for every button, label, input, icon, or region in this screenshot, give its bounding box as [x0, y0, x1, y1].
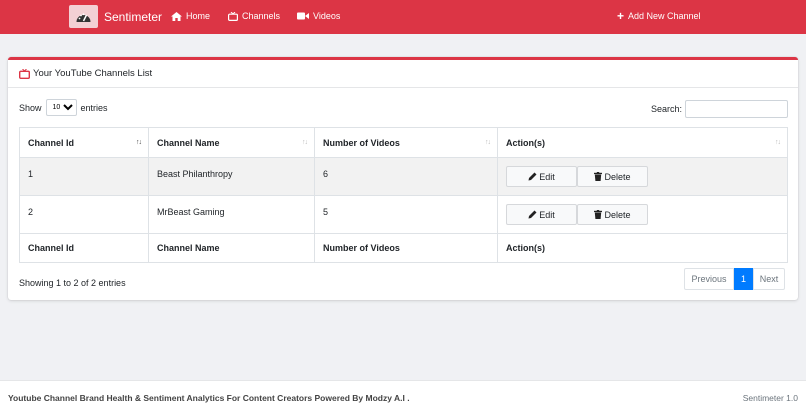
- page-footer: Youtube Channel Brand Health & Sentiment…: [0, 380, 806, 414]
- entries-length-control: Show 10 entries: [19, 99, 108, 116]
- trash-icon: [594, 210, 603, 219]
- cell-number-of-videos: 6: [314, 157, 498, 196]
- column-header-actions[interactable]: Action(s) ↑↓: [497, 127, 788, 158]
- channels-table: Channel Id ↑↓ Channel Name ↑↓ Number of …: [19, 127, 788, 263]
- table-row: 1 Beast Philanthropy 6 Edit Delete: [19, 157, 788, 196]
- previous-page-button[interactable]: Previous: [684, 268, 734, 290]
- cell-number-of-videos: 5: [314, 195, 498, 234]
- nav-home-label: Home: [186, 11, 211, 21]
- gauge-logo-icon: [69, 5, 98, 28]
- show-label: Show: [19, 102, 42, 113]
- edit-label: Edit: [539, 171, 555, 182]
- add-new-channel-link[interactable]: + Add New Channel: [617, 8, 701, 23]
- search-label: Search:: [651, 104, 683, 114]
- sort-ascending-icon: ↑↓: [136, 139, 142, 146]
- card-header: Your YouTube Channels List: [8, 60, 798, 88]
- nav-videos-label: Videos: [313, 11, 341, 21]
- column-header-label: Action(s): [506, 137, 545, 148]
- delete-label: Delete: [604, 171, 631, 182]
- cell-channel-id: 1: [19, 157, 149, 196]
- nav-channels-link[interactable]: Channels: [228, 11, 280, 21]
- nav-home-link[interactable]: Home: [171, 11, 210, 21]
- pagination: Previous 1 Next: [684, 268, 785, 290]
- cell-channel-id: 2: [19, 195, 149, 234]
- search-control: Search:: [651, 100, 789, 118]
- delete-button[interactable]: Delete: [577, 204, 648, 225]
- footer-version: Sentimeter 1.0: [742, 393, 798, 403]
- video-camera-icon: [297, 12, 309, 20]
- edit-button[interactable]: Edit: [506, 204, 577, 225]
- column-header-label: Number of Videos: [323, 137, 400, 148]
- search-input[interactable]: [685, 100, 789, 118]
- nav-channels-label: Channels: [242, 11, 281, 21]
- next-page-button[interactable]: Next: [753, 268, 785, 290]
- pencil-icon: [528, 172, 537, 181]
- trash-icon: [594, 172, 603, 181]
- channels-card: Your YouTube Channels List Show 10 entri…: [8, 57, 798, 300]
- column-header-label: Channel Id: [28, 137, 75, 148]
- footer-column-channel-name: Channel Name: [148, 233, 315, 263]
- sort-icon: ↑↓: [775, 139, 781, 146]
- cell-channel-name: MrBeast Gaming: [148, 195, 315, 234]
- column-header-number-of-videos[interactable]: Number of Videos ↑↓: [314, 127, 498, 158]
- cell-actions: Edit Delete: [497, 195, 788, 234]
- sort-icon: ↑↓: [485, 139, 491, 146]
- cell-actions: Edit Delete: [497, 157, 788, 196]
- column-header-channel-id[interactable]: Channel Id ↑↓: [19, 127, 149, 158]
- pencil-icon: [528, 210, 537, 219]
- footer-column-actions: Action(s): [497, 233, 788, 263]
- sort-icon: ↑↓: [302, 139, 308, 146]
- table-info: Showing 1 to 2 of 2 entries: [19, 278, 126, 288]
- page-1-button[interactable]: 1: [734, 268, 753, 290]
- footer-text: Youtube Channel Brand Health & Sentiment…: [8, 393, 410, 403]
- add-new-channel-label: Add New Channel: [628, 11, 701, 21]
- delete-button[interactable]: Delete: [577, 166, 648, 187]
- brand-link[interactable]: Sentimeter: [69, 5, 162, 28]
- entries-per-page-select[interactable]: 10: [45, 99, 77, 116]
- brand-name: Sentimeter: [104, 9, 163, 24]
- tv-icon: [228, 11, 238, 21]
- top-navbar: Sentimeter Home Channels Videos + Add Ne…: [0, 0, 806, 34]
- table-row: 2 MrBeast Gaming 5 Edit Delete: [19, 195, 788, 234]
- edit-button[interactable]: Edit: [506, 166, 577, 187]
- plus-icon: +: [617, 8, 625, 23]
- footer-column-channel-id: Channel Id: [19, 233, 149, 263]
- edit-label: Edit: [539, 209, 555, 220]
- home-icon: [171, 11, 182, 21]
- nav-videos-link[interactable]: Videos: [297, 11, 340, 21]
- table-header-row: Channel Id ↑↓ Channel Name ↑↓ Number of …: [19, 127, 788, 158]
- entries-label: entries: [80, 102, 108, 113]
- tv-icon: [19, 68, 30, 79]
- table-footer-row: Channel Id Channel Name Number of Videos…: [19, 233, 788, 263]
- cell-channel-name: Beast Philanthropy: [148, 157, 315, 196]
- delete-label: Delete: [604, 209, 631, 220]
- card-title: Your YouTube Channels List: [33, 68, 153, 79]
- column-header-channel-name[interactable]: Channel Name ↑↓: [148, 127, 315, 158]
- column-header-label: Channel Name: [157, 137, 220, 148]
- footer-column-number-of-videos: Number of Videos: [314, 233, 498, 263]
